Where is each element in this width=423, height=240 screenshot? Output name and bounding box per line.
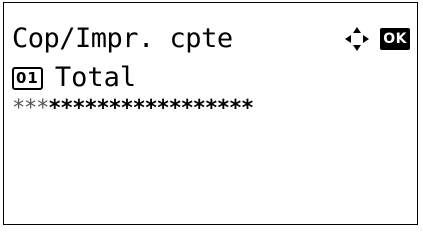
item-number-badge: 01: [12, 66, 43, 90]
masked-counter-main: *****************: [48, 98, 254, 120]
item-label: Total: [54, 62, 137, 93]
lcd-display: Cop/Impr. cpte OK 01 Total *************…: [3, 2, 418, 225]
masked-counter-value: ********************: [12, 98, 417, 120]
masked-counter-faint: ***: [12, 98, 49, 120]
list-item-total: 01 Total: [12, 62, 136, 94]
title-icons: OK: [344, 26, 410, 52]
four-way-arrow-icon: [345, 27, 370, 51]
ok-key-icon: OK: [380, 28, 410, 50]
screen-title: Cop/Impr. cpte: [12, 23, 233, 54]
